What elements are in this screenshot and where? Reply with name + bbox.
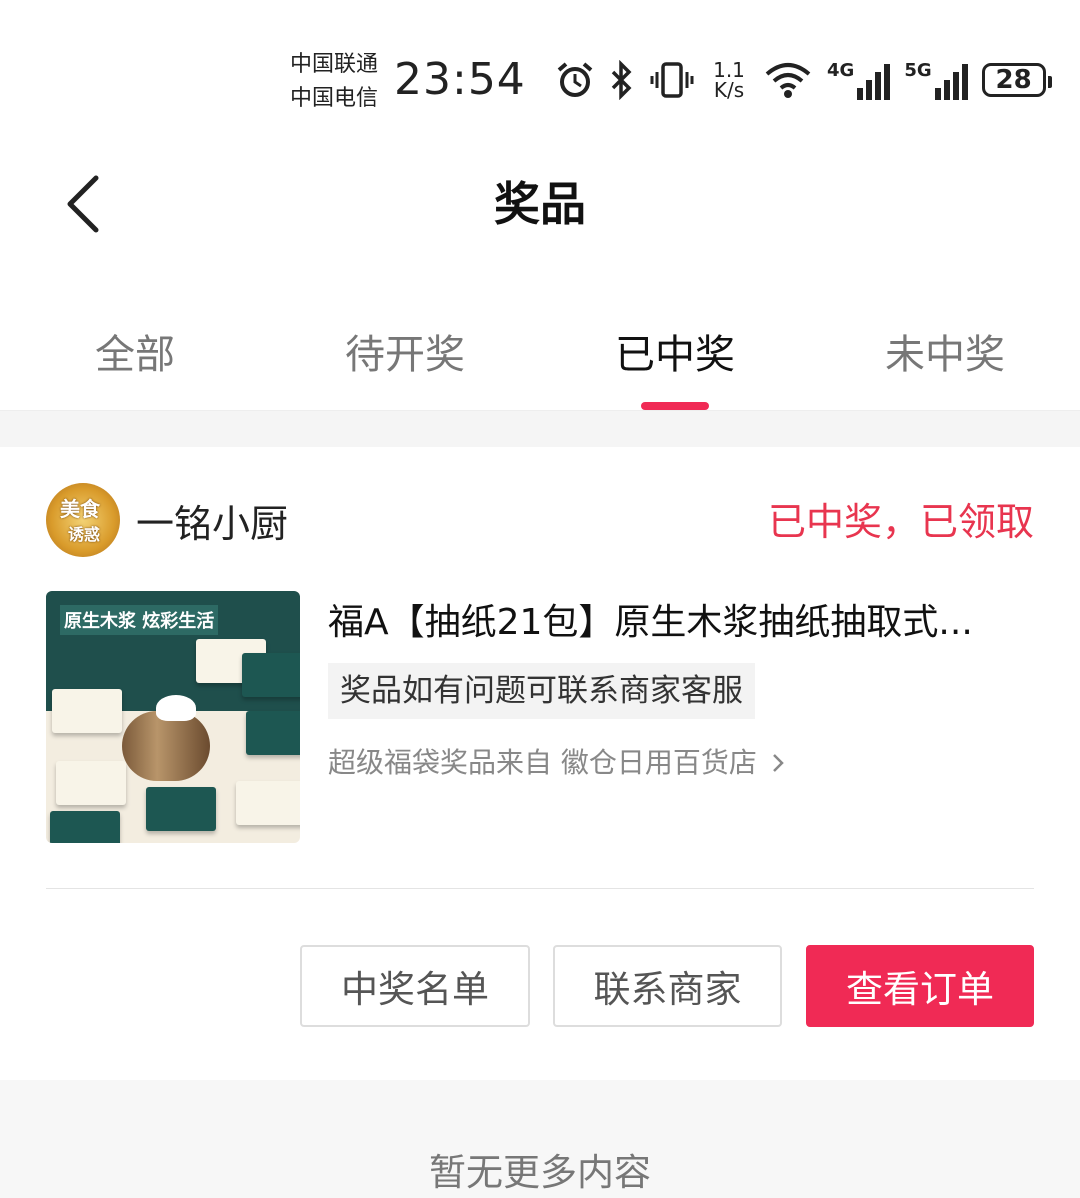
net-speed-value: 1.1 xyxy=(713,58,745,82)
view-order-button[interactable]: 查看订单 xyxy=(806,945,1034,1027)
tab-pending[interactable]: 待开奖 xyxy=(305,322,505,380)
signal-4g-label: 4G xyxy=(827,60,855,81)
avatar-text-1: 美食 xyxy=(60,497,100,521)
winners-list-button[interactable]: 中奖名单 xyxy=(300,945,530,1027)
battery-level: 28 xyxy=(995,65,1032,95)
prize-source-label: 超级福袋奖品来自 徽仓日用百货店 xyxy=(328,746,757,779)
carrier-2: 中国电信 xyxy=(290,86,379,111)
bluetooth-icon xyxy=(611,60,632,100)
clock: 23:54 xyxy=(394,54,526,105)
wifi-icon xyxy=(765,63,811,98)
prize-card[interactable]: 美食 诱惑 一铭小厨 已中奖，已领取 原生木浆 炫彩生活 福A【抽纸21包】原生… xyxy=(0,447,1080,1080)
alarm-icon xyxy=(557,62,593,97)
contact-merchant-button[interactable]: 联系商家 xyxy=(553,945,782,1027)
status-bar: 中国联通 中国电信 23:54 1.1 K/s 4G 5G 28 xyxy=(0,0,1080,130)
carrier-info: 中国联通 中国电信 xyxy=(290,48,378,116)
chevron-right-icon xyxy=(772,754,784,772)
signal-5g-label: 5G xyxy=(904,60,932,81)
net-speed-unit: K/s xyxy=(713,78,745,102)
product-image[interactable]: 原生木浆 炫彩生活 xyxy=(46,591,300,843)
product-image-caption: 原生木浆 炫彩生活 xyxy=(60,605,219,635)
section-gap xyxy=(0,411,1080,447)
list-footer: 暂无更多内容 xyxy=(0,1080,1080,1198)
nav-bar: 奖品 xyxy=(0,140,1080,260)
page-title: 奖品 xyxy=(494,177,586,231)
vibrate-icon xyxy=(650,62,694,98)
net-speed: 1.1 K/s xyxy=(709,60,749,100)
active-tab-indicator xyxy=(641,402,709,410)
status-badge: 已中奖，已领取 xyxy=(767,500,1034,544)
tab-not-won[interactable]: 未中奖 xyxy=(845,322,1045,380)
battery-icon: 28 xyxy=(981,63,1052,97)
tab-won[interactable]: 已中奖 xyxy=(575,322,775,380)
shop-name[interactable]: 一铭小厨 xyxy=(136,493,288,548)
prize-source-link[interactable]: 超级福袋奖品来自 徽仓日用百货店 xyxy=(328,741,786,781)
no-more-content-text: 暂无更多内容 xyxy=(429,1151,651,1194)
tab-all[interactable]: 全部 xyxy=(35,322,235,380)
avatar-text-2: 诱惑 xyxy=(68,525,101,544)
carrier-1: 中国联通 xyxy=(290,52,379,77)
service-tag: 奖品如有问题可联系商家客服 xyxy=(328,663,755,719)
product-title[interactable]: 福A【抽纸21包】原生木浆抽纸抽取式... xyxy=(328,593,1028,645)
status-icons: 1.1 K/s 4G 5G 28 xyxy=(555,56,1052,104)
signal-4g-icon: 4G xyxy=(827,60,891,100)
signal-5g-icon: 5G xyxy=(904,60,968,100)
shop-avatar[interactable]: 美食 诱惑 xyxy=(46,483,120,557)
divider xyxy=(46,888,1034,889)
tab-bar: 全部 待开奖 已中奖 未中奖 xyxy=(0,300,1080,411)
